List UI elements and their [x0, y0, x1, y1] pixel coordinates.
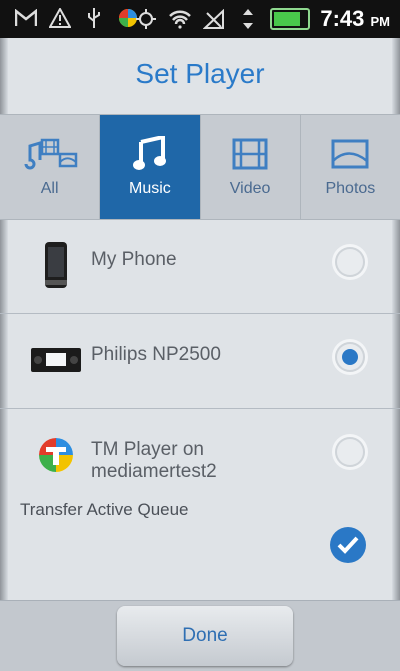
- tab-music[interactable]: Music: [100, 115, 201, 219]
- transfer-active-queue-row[interactable]: Transfer Active Queue: [0, 500, 400, 600]
- tab-all[interactable]: All: [0, 115, 101, 219]
- player-name: TM Player on mediamertest2: [91, 439, 217, 482]
- tab-video-label: Video: [229, 180, 271, 197]
- player-name: My Phone: [91, 249, 177, 270]
- usb-icon: [82, 6, 106, 30]
- tab-photos-label: Photos: [325, 180, 376, 197]
- music-note-icon: [132, 136, 167, 172]
- radio-button-selected[interactable]: [335, 342, 365, 372]
- player-list: My Phone Philips NP2500 TM Player on med…: [0, 219, 400, 501]
- screen: 7:43 PM Set Player All Music Video Photo…: [0, 0, 400, 671]
- tab-music-label: Music: [128, 180, 171, 197]
- signal-off-icon: [202, 7, 226, 31]
- all-media-icon: [20, 136, 80, 172]
- transfer-label: Transfer Active Queue: [20, 500, 189, 519]
- tab-all-label: All: [40, 180, 59, 197]
- dialog-footer: Done: [0, 600, 400, 671]
- list-item-my-phone[interactable]: My Phone: [0, 219, 400, 314]
- gps-icon: [134, 7, 158, 31]
- gmail-icon: [14, 6, 38, 30]
- tm-player-icon: [30, 427, 82, 483]
- list-item-philips[interactable]: Philips NP2500: [0, 314, 400, 409]
- media-type-tabs: All Music Video Photos: [0, 114, 400, 220]
- tab-photos[interactable]: Photos: [301, 115, 400, 219]
- player-name: Philips NP2500: [91, 344, 221, 365]
- wifi-icon: [168, 7, 192, 31]
- checkmark-icon: [337, 536, 359, 554]
- data-arrows-icon: [236, 7, 260, 31]
- status-bar: 7:43 PM: [0, 0, 400, 38]
- battery-icon: [270, 8, 311, 30]
- radio-button[interactable]: [335, 437, 365, 467]
- photo-icon: [331, 136, 369, 172]
- film-icon: [232, 136, 268, 172]
- radio-button[interactable]: [335, 247, 365, 277]
- stereo-icon: [30, 332, 82, 388]
- checkbox-checked[interactable]: [330, 527, 366, 563]
- list-item-tm-player[interactable]: TM Player on mediamertest2: [0, 409, 400, 501]
- phone-icon: [30, 237, 82, 293]
- tab-video[interactable]: Video: [201, 115, 301, 219]
- warning-icon: [48, 6, 72, 30]
- dialog-title: Set Player: [135, 58, 265, 89]
- clock: 7:43 PM: [320, 6, 390, 31]
- done-button[interactable]: Done: [117, 606, 293, 666]
